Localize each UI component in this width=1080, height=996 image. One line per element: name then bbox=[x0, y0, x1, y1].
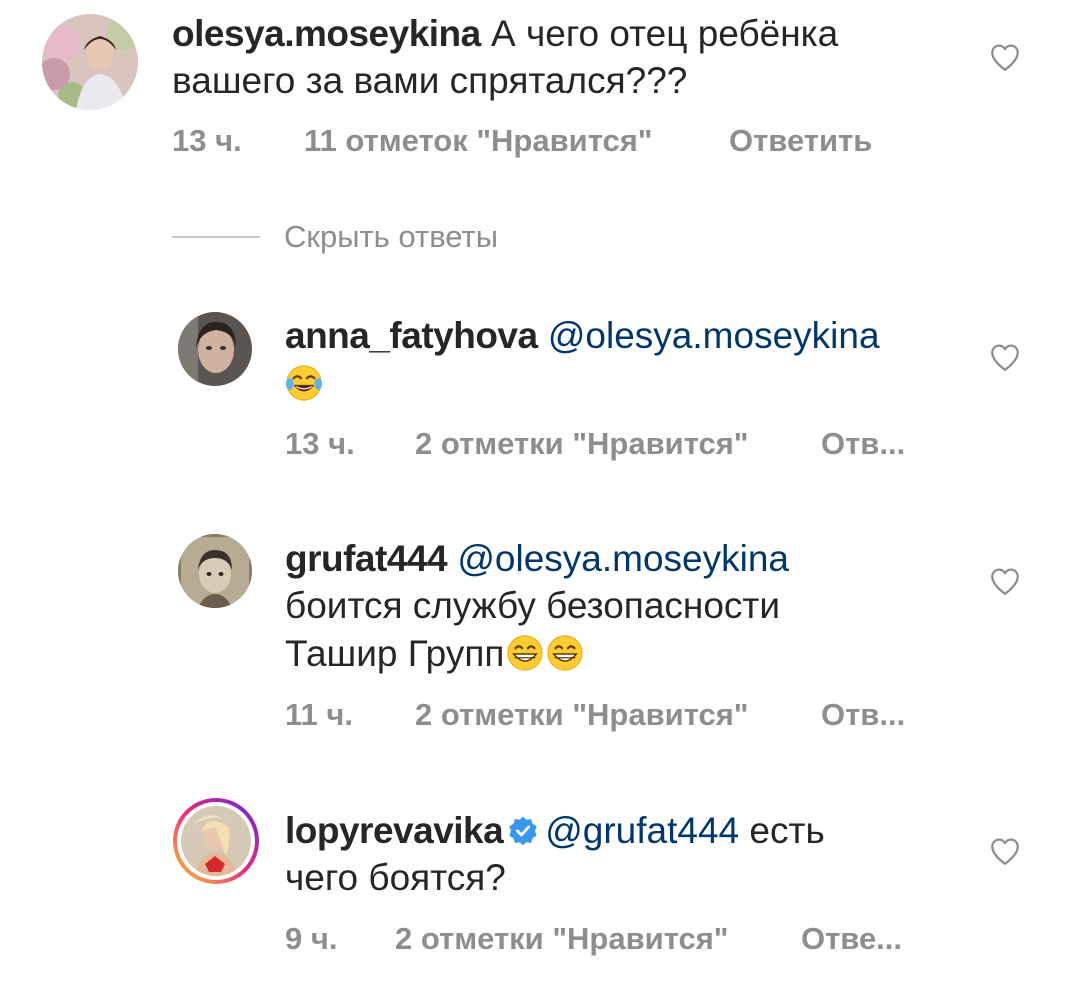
reply-button[interactable]: Отв... bbox=[821, 425, 905, 463]
reply-grufat: grufat444 @olesya.moseykina боится служб… bbox=[0, 520, 1080, 750]
heart-outline-icon[interactable] bbox=[988, 564, 1022, 598]
username[interactable]: anna_fatyhova bbox=[285, 315, 538, 356]
username[interactable]: grufat444 bbox=[285, 538, 448, 579]
mention-link[interactable]: @grufat444 bbox=[545, 810, 739, 851]
likes-count[interactable]: 2 отметки "Нравится" bbox=[415, 425, 749, 463]
avatar[interactable] bbox=[178, 312, 252, 386]
comment-meta: 13 ч. 2 отметки "Нравится" Отв... bbox=[285, 425, 925, 465]
mention-link[interactable]: @olesya.moseykina bbox=[457, 538, 789, 579]
comment-body: есть bbox=[739, 810, 825, 851]
heart-outline-icon[interactable] bbox=[988, 834, 1022, 868]
comment-text: anna_fatyhova @olesya.moseykina bbox=[285, 312, 880, 359]
comment-meta: 11 ч. 2 отметки "Нравится" Отв... bbox=[285, 696, 925, 736]
verified-badge-icon bbox=[509, 816, 537, 846]
reply-anna: anna_fatyhova @olesya.moseykina 13 ч. 2 … bbox=[0, 300, 1080, 480]
hide-replies-label: Скрыть ответы bbox=[284, 219, 499, 254]
comment-text: grufat444 @olesya.moseykina bbox=[285, 535, 789, 582]
comment-text: olesya.moseykina А чего отец ребёнка bbox=[172, 10, 838, 57]
username[interactable]: olesya.moseykina bbox=[172, 13, 481, 54]
divider bbox=[172, 236, 260, 238]
reply-lopyrevavika: lopyrevavika @grufat444 есть чего боятся… bbox=[0, 790, 1080, 990]
timestamp: 11 ч. bbox=[285, 697, 353, 732]
reply-button[interactable]: Ответить bbox=[729, 122, 872, 160]
comment-text-line2: чего боятся? bbox=[285, 857, 506, 898]
avatar[interactable] bbox=[42, 14, 138, 110]
comment-text-line2 bbox=[285, 360, 323, 407]
comment-text-line2: боится службу безопасности bbox=[285, 585, 781, 626]
likes-count[interactable]: 2 отметки "Нравится" bbox=[415, 696, 749, 734]
avatar[interactable] bbox=[178, 534, 252, 608]
comment-meta: 13 ч. 11 отметок "Нравится" Ответить bbox=[172, 122, 932, 162]
comment-meta: 9 ч. 2 отметки "Нравится" Отве... bbox=[285, 920, 925, 960]
timestamp: 13 ч. bbox=[285, 426, 355, 461]
grinning-face-emoji bbox=[507, 635, 543, 671]
likes-count[interactable]: 2 отметки "Нравится" bbox=[395, 920, 729, 958]
comment-body: А чего отец ребёнка bbox=[491, 13, 839, 54]
grinning-face-emoji bbox=[547, 635, 583, 671]
comment-body: Ташир Групп bbox=[285, 633, 505, 674]
face-with-tears-of-joy-emoji bbox=[285, 365, 323, 401]
mention-link[interactable]: @olesya.moseykina bbox=[548, 315, 880, 356]
heart-outline-icon[interactable] bbox=[988, 40, 1022, 74]
timestamp: 9 ч. bbox=[285, 921, 338, 956]
username[interactable]: lopyrevavika bbox=[285, 810, 504, 851]
comment-text: lopyrevavika @grufat444 есть bbox=[285, 807, 825, 854]
comment-text-line2: вашего за вами спрятался??? bbox=[172, 60, 688, 101]
reply-button[interactable]: Отв... bbox=[821, 696, 905, 734]
timestamp: 13 ч. bbox=[172, 123, 242, 158]
reply-button[interactable]: Отве... bbox=[801, 920, 902, 958]
avatar-image bbox=[181, 806, 251, 876]
comment-text-line3: Ташир Групп bbox=[285, 630, 584, 677]
avatar-story-ring[interactable] bbox=[173, 798, 259, 884]
heart-outline-icon[interactable] bbox=[988, 340, 1022, 374]
comment-olesya: olesya.moseykina А чего отец ребёнка ваш… bbox=[0, 0, 1080, 200]
likes-count[interactable]: 11 отметок "Нравится" bbox=[304, 122, 653, 160]
